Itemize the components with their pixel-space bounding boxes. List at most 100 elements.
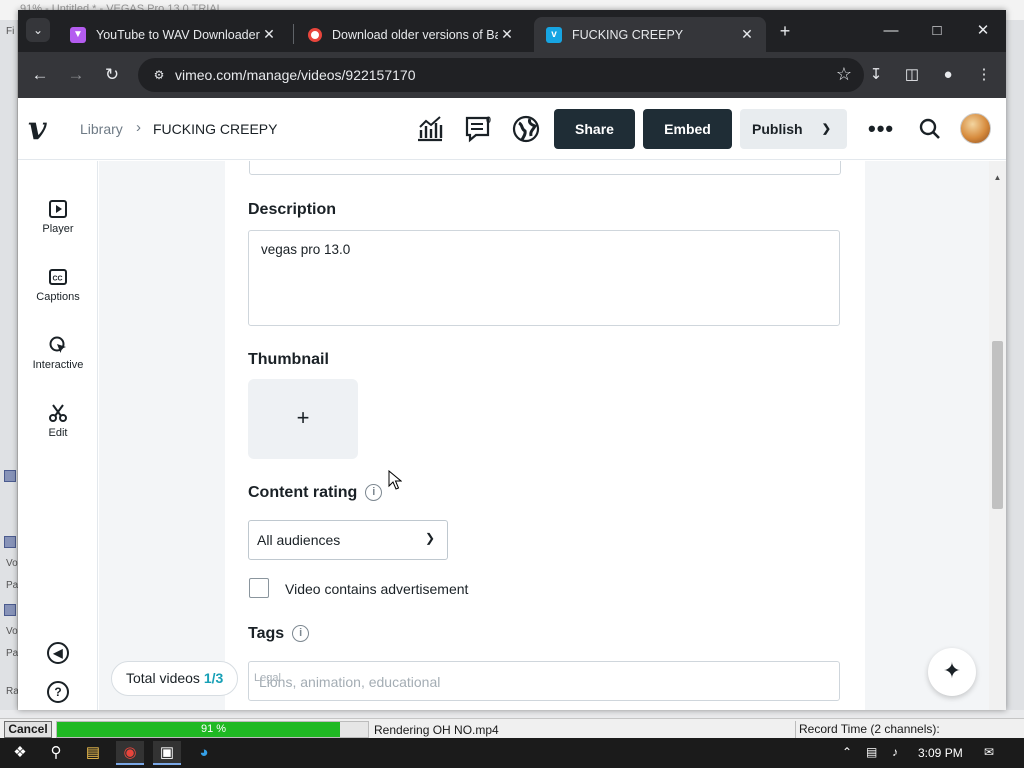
- tray-overflow-icon[interactable]: ⌃: [842, 745, 852, 759]
- advertisement-label[interactable]: Video contains advertisement: [285, 581, 468, 597]
- minimize-button[interactable]: —: [871, 18, 911, 44]
- share-button[interactable]: Share: [554, 109, 635, 149]
- total-videos-count: 1/3: [203, 670, 224, 686]
- embed-button[interactable]: Embed: [643, 109, 732, 149]
- nav-item-captions[interactable]: CC Captions: [18, 267, 98, 303]
- tab-youtube-wav[interactable]: ▼ YouTube to WAV Downloader ✕: [58, 17, 288, 52]
- close-tab-icon[interactable]: ✕: [498, 26, 516, 43]
- background-label: Fi: [6, 26, 15, 37]
- tab-vimeo-active[interactable]: v FUCKING CREEPY ✕: [534, 17, 766, 52]
- content-rating-select[interactable]: All audiences ❯: [248, 520, 448, 560]
- close-tab-icon[interactable]: ✕: [260, 26, 278, 43]
- content-rating-value: All audiences: [257, 532, 341, 548]
- interactive-icon: [49, 336, 66, 353]
- windows-start-icon[interactable]: ❖: [6, 741, 34, 765]
- scrollbar-thumb[interactable]: [992, 341, 1003, 509]
- track-marker-icon: [4, 470, 16, 482]
- track-marker-icon: [4, 604, 16, 616]
- track-marker-icon: [4, 536, 16, 548]
- compass-icon[interactable]: ◀: [47, 642, 69, 664]
- nav-item-label: Player: [42, 223, 74, 235]
- svg-text:CC: CC: [53, 276, 63, 283]
- background-label: Pa: [6, 648, 19, 659]
- volume-muted-icon[interactable]: ♪: [892, 745, 898, 759]
- analytics-icon[interactable]: [415, 114, 445, 144]
- chevron-right-icon: ›: [136, 119, 141, 136]
- url-text: vimeo.com/manage/videos/922157170: [175, 67, 416, 83]
- render-status-bar: Cancel 91 % Rendering OH NO.mp4 Record T…: [0, 718, 1024, 752]
- background-label: Pa: [6, 580, 19, 591]
- clock[interactable]: 3:09 PM: [918, 746, 963, 760]
- notifications-icon[interactable]: ✉: [984, 745, 994, 759]
- globe-privacy-icon[interactable]: [511, 114, 541, 144]
- play-square-icon: [49, 200, 67, 218]
- forward-button[interactable]: →: [64, 63, 88, 87]
- ai-sparkle-button[interactable]: ✦: [928, 648, 976, 696]
- background-label: Vo: [6, 558, 18, 569]
- advertisement-checkbox[interactable]: [249, 578, 269, 598]
- tab-title: Download older versions of Bar: [332, 27, 498, 42]
- back-button[interactable]: ←: [28, 63, 52, 87]
- total-videos-label: Total videos: [126, 670, 200, 686]
- address-bar[interactable]: ⚙ vimeo.com/manage/videos/922157170 ☆: [138, 58, 864, 92]
- side-panel-icon[interactable]: ◫: [900, 63, 924, 87]
- tab-separator: [293, 24, 294, 44]
- youtube-wav-favicon-icon: ▼: [70, 26, 86, 43]
- reload-button[interactable]: ↻: [100, 63, 124, 87]
- cancel-render-button[interactable]: Cancel: [4, 721, 52, 738]
- close-window-button[interactable]: ✕: [963, 18, 1003, 44]
- profile-icon[interactable]: ●: [936, 63, 960, 87]
- info-icon[interactable]: i: [292, 625, 310, 643]
- breadcrumb-library[interactable]: Library: [80, 121, 123, 137]
- file-explorer-icon[interactable]: ▤: [79, 741, 107, 765]
- maximize-button[interactable]: □: [917, 18, 957, 44]
- vimeo-logo-icon[interactable]: v: [28, 112, 60, 144]
- taskbar-search-icon[interactable]: ⚲: [42, 741, 70, 765]
- nav-item-interactive[interactable]: Interactive: [18, 335, 98, 371]
- total-videos-pill[interactable]: Total videos 1/3: [111, 661, 239, 696]
- background-label: Vo: [6, 626, 18, 637]
- left-navigation: Player CC Captions Interactive Edit ◀ ?: [18, 161, 98, 710]
- search-icon[interactable]: [917, 116, 943, 142]
- description-textarea[interactable]: vegas pro 13.0: [248, 230, 840, 326]
- mouse-cursor-icon: [388, 470, 402, 490]
- publish-button[interactable]: Publish ❯: [740, 109, 847, 149]
- tags-label: Tags: [248, 625, 285, 642]
- nav-item-player[interactable]: Player: [18, 199, 98, 235]
- previous-field-input[interactable]: [249, 161, 841, 175]
- chrome-icon[interactable]: ◉: [116, 741, 144, 765]
- render-progress-text: 91 %: [200, 723, 227, 735]
- new-tab-button[interactable]: +: [774, 21, 796, 43]
- nav-item-label: Edit: [48, 427, 68, 439]
- tab-search-button[interactable]: ⌄: [26, 18, 50, 42]
- edge-icon[interactable]: ◕: [190, 741, 218, 765]
- captions-icon: CC: [49, 269, 67, 285]
- comments-icon[interactable]: 0: [464, 114, 494, 144]
- download-icon[interactable]: ↧: [864, 63, 888, 87]
- help-icon[interactable]: ?: [47, 681, 69, 703]
- tab-download-older[interactable]: Download older versions of Bar ✕: [296, 17, 526, 52]
- avatar[interactable]: [960, 113, 991, 144]
- windows-taskbar: ❖ ⚲ ▤ ◉ ▣ ◕ ⌃ ▤ ♪ 3:09 PM ✉: [0, 738, 1024, 768]
- legal-link[interactable]: Legal: [254, 672, 281, 684]
- vimeo-favicon-icon: v: [546, 26, 562, 43]
- tab-title: FUCKING CREEPY: [572, 27, 684, 42]
- more-options-icon[interactable]: •••: [868, 116, 894, 142]
- tags-heading: Tags i: [248, 625, 310, 643]
- scroll-up-arrow-icon[interactable]: ▲: [989, 173, 1006, 182]
- network-icon[interactable]: ▤: [866, 745, 877, 759]
- content-rating-heading: Content rating i: [248, 484, 383, 502]
- add-thumbnail-button[interactable]: +: [248, 379, 358, 459]
- vimeo-header: v Library › FUCKING CREEPY 0 Share Embed…: [18, 98, 1006, 160]
- background-label: Ra: [6, 686, 19, 697]
- site-settings-icon[interactable]: ⚙: [150, 66, 168, 84]
- menu-kebab-icon[interactable]: ⋮: [972, 63, 996, 87]
- vegas-pro-icon[interactable]: ▣: [153, 741, 181, 765]
- close-tab-icon[interactable]: ✕: [738, 26, 756, 43]
- chevron-down-icon: ❯: [821, 123, 831, 135]
- nav-item-edit[interactable]: Edit: [18, 403, 98, 439]
- info-icon[interactable]: i: [365, 484, 383, 502]
- scrollbar[interactable]: ▲: [989, 161, 1006, 710]
- tags-input[interactable]: Lions, animation, educational: [248, 661, 840, 701]
- bookmark-star-icon[interactable]: ☆: [836, 64, 852, 85]
